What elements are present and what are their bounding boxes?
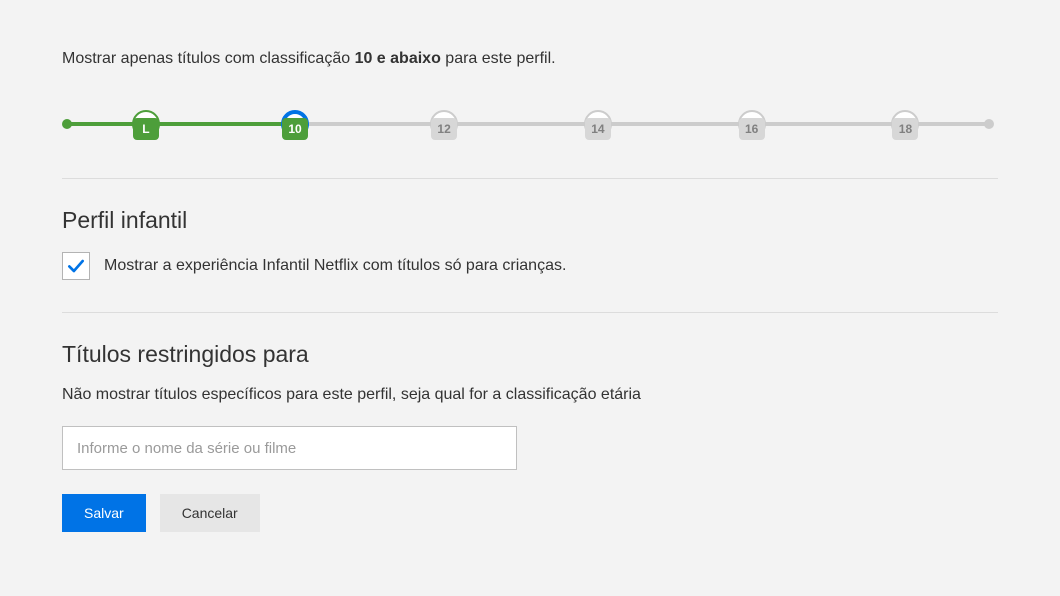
check-icon	[66, 256, 86, 276]
maturity-slider[interactable]: L 10 12 14 16 18	[62, 118, 994, 146]
cancel-button[interactable]: Cancelar	[160, 494, 260, 532]
divider	[62, 178, 998, 179]
slider-label-12: 12	[431, 118, 457, 140]
rating-suffix: para este perfil.	[441, 50, 556, 67]
restricted-title-input[interactable]	[62, 426, 517, 470]
slider-label-L: L	[133, 118, 159, 140]
rating-bold: 10 e abaixo	[355, 50, 441, 67]
kids-checkbox-row: Mostrar a experiência Infantil Netflix c…	[62, 252, 998, 280]
restricted-heading: Títulos restringidos para	[62, 341, 998, 368]
slider-label-16: 16	[739, 118, 765, 140]
divider	[62, 312, 998, 313]
restricted-description: Não mostrar títulos específicos para est…	[62, 386, 998, 404]
kids-checkbox[interactable]	[62, 252, 90, 280]
kids-heading: Perfil infantil	[62, 207, 998, 234]
slider-label-14: 14	[585, 118, 611, 140]
save-button[interactable]: Salvar	[62, 494, 146, 532]
button-row: Salvar Cancelar	[62, 494, 998, 532]
kids-checkbox-label: Mostrar a experiência Infantil Netflix c…	[104, 257, 566, 275]
rating-prefix: Mostrar apenas títulos com classificação	[62, 50, 355, 67]
rating-description: Mostrar apenas títulos com classificação…	[62, 50, 998, 68]
slider-label-18: 18	[892, 118, 918, 140]
slider-label-10: 10	[282, 118, 308, 140]
